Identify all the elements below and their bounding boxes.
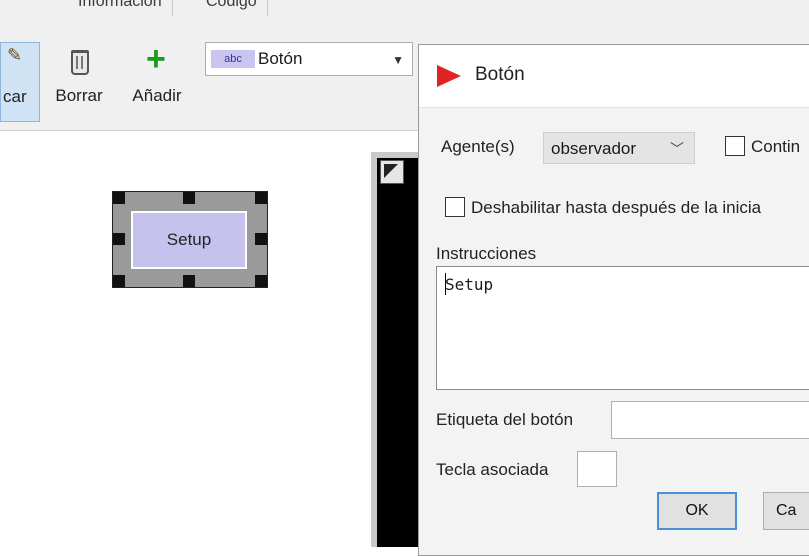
edit-button[interactable]: ✎ car — [0, 42, 40, 122]
edit-button-label: car — [3, 87, 27, 106]
cancel-button[interactable]: Ca — [763, 492, 809, 530]
widget-type-select[interactable]: abc Botón ▼ — [205, 42, 413, 76]
agents-select[interactable]: observador ﹀ — [543, 132, 695, 164]
chevron-down-icon: ﹀ — [670, 141, 684, 157]
add-button-label: Añadir — [132, 86, 182, 105]
resize-handle-bottom-left[interactable] — [113, 275, 125, 287]
continuous-label: Contin — [751, 137, 801, 156]
disable-until-setup-label: Deshabilitar hasta después de la inicia — [471, 198, 762, 217]
continuous-checkbox[interactable] — [725, 136, 745, 156]
edit-icon: ✎ — [7, 45, 23, 65]
view-icon — [380, 160, 404, 184]
ok-button[interactable]: OK — [657, 492, 737, 530]
dropdown-arrow-icon: ▼ — [392, 53, 404, 67]
resize-handle-right[interactable] — [255, 233, 267, 245]
add-button[interactable]: + Añadir — [126, 42, 188, 120]
add-icon: + — [146, 40, 166, 78]
delete-button-label: Borrar — [55, 86, 103, 105]
resize-handle-top[interactable] — [183, 192, 195, 204]
commands-label: Instrucciones — [436, 244, 537, 263]
abc-widget-icon: abc — [211, 50, 255, 68]
resize-handle-bottom[interactable] — [183, 275, 195, 287]
resize-handle-bottom-right[interactable] — [255, 275, 267, 287]
tab-code[interactable]: Código — [196, 0, 268, 16]
delete-icon — [71, 50, 89, 75]
disable-until-setup-checkbox[interactable] — [445, 197, 465, 217]
commands-textarea[interactable]: Setup — [436, 266, 809, 390]
dialog-title: Botón — [475, 64, 525, 85]
agents-label: Agente(s) — [441, 137, 515, 156]
widget-type-value: Botón — [258, 49, 303, 68]
setup-widget-button[interactable]: Setup — [131, 211, 247, 269]
agents-select-value: observador — [551, 139, 637, 158]
netlogo-logo — [437, 65, 461, 87]
tab-information[interactable]: Información — [68, 0, 173, 16]
resize-handle-top-right[interactable] — [255, 192, 267, 204]
dialog-titlebar: Botón — [419, 45, 809, 108]
display-name-label: Etiqueta del botón — [436, 410, 574, 429]
resize-handle-left[interactable] — [113, 233, 125, 245]
button-editor-dialog: Botón Agente(s) observador ﹀ Contin Desh… — [418, 44, 809, 556]
resize-handle-top-left[interactable] — [113, 192, 125, 204]
delete-button[interactable]: Borrar — [50, 42, 108, 120]
action-key-input[interactable] — [577, 451, 617, 487]
tab-strip: Información Código — [0, 0, 809, 23]
action-key-label: Tecla asociada — [436, 460, 549, 479]
commands-text: Setup — [445, 275, 494, 294]
display-name-input[interactable] — [611, 401, 809, 439]
